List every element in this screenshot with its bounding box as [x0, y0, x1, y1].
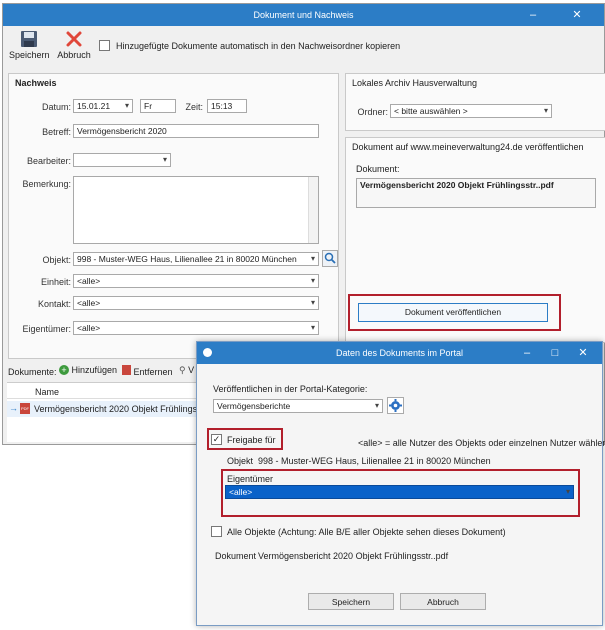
date-field[interactable]: 15.01.21: [73, 99, 133, 113]
documents-label: Dokumente:: [8, 367, 57, 377]
time-field[interactable]: 15:13: [207, 99, 247, 113]
time-label: Zeit:: [185, 102, 203, 112]
row-pointer-icon: →: [9, 403, 18, 413]
editor-label: Bearbeiter:: [26, 156, 71, 166]
release-hint: <alle> = alle Nutzer des Objekts oder ei…: [358, 438, 605, 448]
all-objects-label: Alle Objekte (Achtung: Alle B/E aller Ob…: [227, 527, 506, 537]
cancel-toolbar-button[interactable]: Abbruch: [55, 30, 93, 66]
save-toolbar-button[interactable]: Speichern: [9, 30, 50, 66]
add-label: Hinzufügen: [71, 365, 118, 375]
dialog-titlebar: Daten des Dokuments im Portal – □ ✕: [197, 342, 602, 364]
dialog-document-label: Dokument: [215, 551, 257, 561]
owner-combo[interactable]: <alle>: [73, 321, 319, 335]
dialog-object-label: Objekt: [227, 456, 254, 466]
subject-label: Betreff:: [42, 127, 71, 137]
object-label: Objekt:: [42, 255, 71, 265]
category-settings-button[interactable]: [387, 397, 404, 414]
save-icon: [21, 31, 37, 47]
add-document-button[interactable]: + Hinzufügen: [59, 365, 117, 375]
remove-label: Entfernen: [133, 367, 173, 377]
dialog-document-value: Vermögensbericht 2020 Objekt Frühlingsst…: [258, 551, 449, 561]
grid-header: Name: [7, 383, 203, 399]
magnifier-icon: [324, 252, 336, 264]
editor-combo[interactable]: [73, 153, 171, 167]
remove-document-button[interactable]: Entfernen: [122, 365, 173, 377]
publish-title: Dokument auf www.meineverwaltung24.de ve…: [352, 142, 584, 152]
cancel-icon: [66, 31, 82, 47]
release-highlight: [207, 428, 283, 450]
folder-label: Ordner:: [357, 107, 388, 117]
subject-field[interactable]: Vermögensbericht 2020: [73, 124, 319, 138]
contact-label: Kontakt:: [37, 299, 71, 309]
weekday-field: Fr: [140, 99, 176, 113]
archive-title: Lokales Archiv Hausverwaltung: [352, 78, 478, 88]
dialog-minimize-button[interactable]: –: [514, 342, 540, 364]
auto-copy-label: Hinzugefügte Dokumente automatisch in de…: [116, 41, 401, 51]
dialog-close-button[interactable]: ✕: [570, 342, 596, 364]
owner-highlight: [221, 469, 580, 517]
date-label: Datum:: [41, 102, 71, 112]
remove-icon: [122, 365, 131, 375]
dialog-object-value: 998 - Muster-WEG Haus, Lilienallee 21 in…: [258, 456, 491, 466]
gear-icon: [389, 399, 402, 412]
unit-combo[interactable]: <alle>: [73, 274, 319, 288]
close-button[interactable]: ✕: [564, 4, 590, 26]
publish-button-highlight: [348, 294, 561, 331]
all-objects-checkbox[interactable]: [211, 526, 222, 537]
name-column-header[interactable]: Name: [35, 387, 59, 397]
main-window-title: Dokument und Nachweis: [253, 10, 354, 20]
view-icon: ⚲: [179, 365, 186, 375]
object-combo[interactable]: 998 - Muster-WEG Haus, Lilienallee 21 in…: [73, 252, 319, 266]
folder-combo[interactable]: < bitte auswählen >: [390, 104, 552, 118]
documents-grid: Name → PDF Vermögensbericht 2020 Objekt …: [7, 382, 224, 442]
unit-label: Einheit:: [40, 277, 71, 287]
remark-textarea[interactable]: [73, 176, 319, 244]
documents-toolbar: Dokumente: + Hinzufügen Entfernen ⚲ V: [7, 364, 203, 380]
archive-panel: Lokales Archiv Hausverwaltung Ordner: < …: [345, 73, 605, 131]
auto-copy-checkbox[interactable]: [99, 40, 110, 51]
remark-label: Bemerkung:: [22, 179, 71, 189]
nachweis-title: Nachweis: [15, 78, 57, 88]
contact-combo[interactable]: <alle>: [73, 296, 319, 310]
dialog-cancel-button[interactable]: Abbruch: [400, 593, 486, 610]
view-document-button[interactable]: ⚲ V: [179, 365, 194, 376]
pdf-icon: PDF: [20, 403, 30, 414]
dialog-maximize-button[interactable]: □: [542, 342, 568, 364]
owner-label: Eigentümer:: [22, 324, 71, 334]
cancel-label: Abbruch: [57, 50, 91, 60]
category-combo[interactable]: Vermögensberichte: [213, 399, 383, 413]
publish-doc-label: Dokument:: [356, 164, 400, 174]
publish-doc-field: Vermögensbericht 2020 Objekt Frühlingsst…: [356, 178, 596, 208]
view-label: V: [188, 365, 195, 375]
object-search-button[interactable]: [322, 250, 338, 267]
save-label: Speichern: [9, 50, 50, 60]
add-icon: +: [59, 365, 69, 375]
main-titlebar: Dokument und Nachweis – ✕: [3, 4, 604, 26]
publish-doc-name: Vermögensbericht 2020 Objekt Frühlingsst…: [360, 180, 554, 190]
dialog-save-button[interactable]: Speichern: [308, 593, 394, 610]
minimize-button[interactable]: –: [520, 4, 546, 26]
table-row[interactable]: → PDF Vermögensbericht 2020 Objekt Frühl…: [7, 401, 224, 417]
remark-scrollbar[interactable]: [308, 177, 318, 243]
nachweis-panel: Nachweis Datum: 15.01.21 Fr Zeit: 15:13 …: [8, 73, 339, 359]
portal-dialog: Daten des Dokuments im Portal – □ ✕ Verö…: [196, 341, 605, 626]
category-label: Veröffentlichen in der Portal-Kategorie:: [213, 384, 368, 394]
